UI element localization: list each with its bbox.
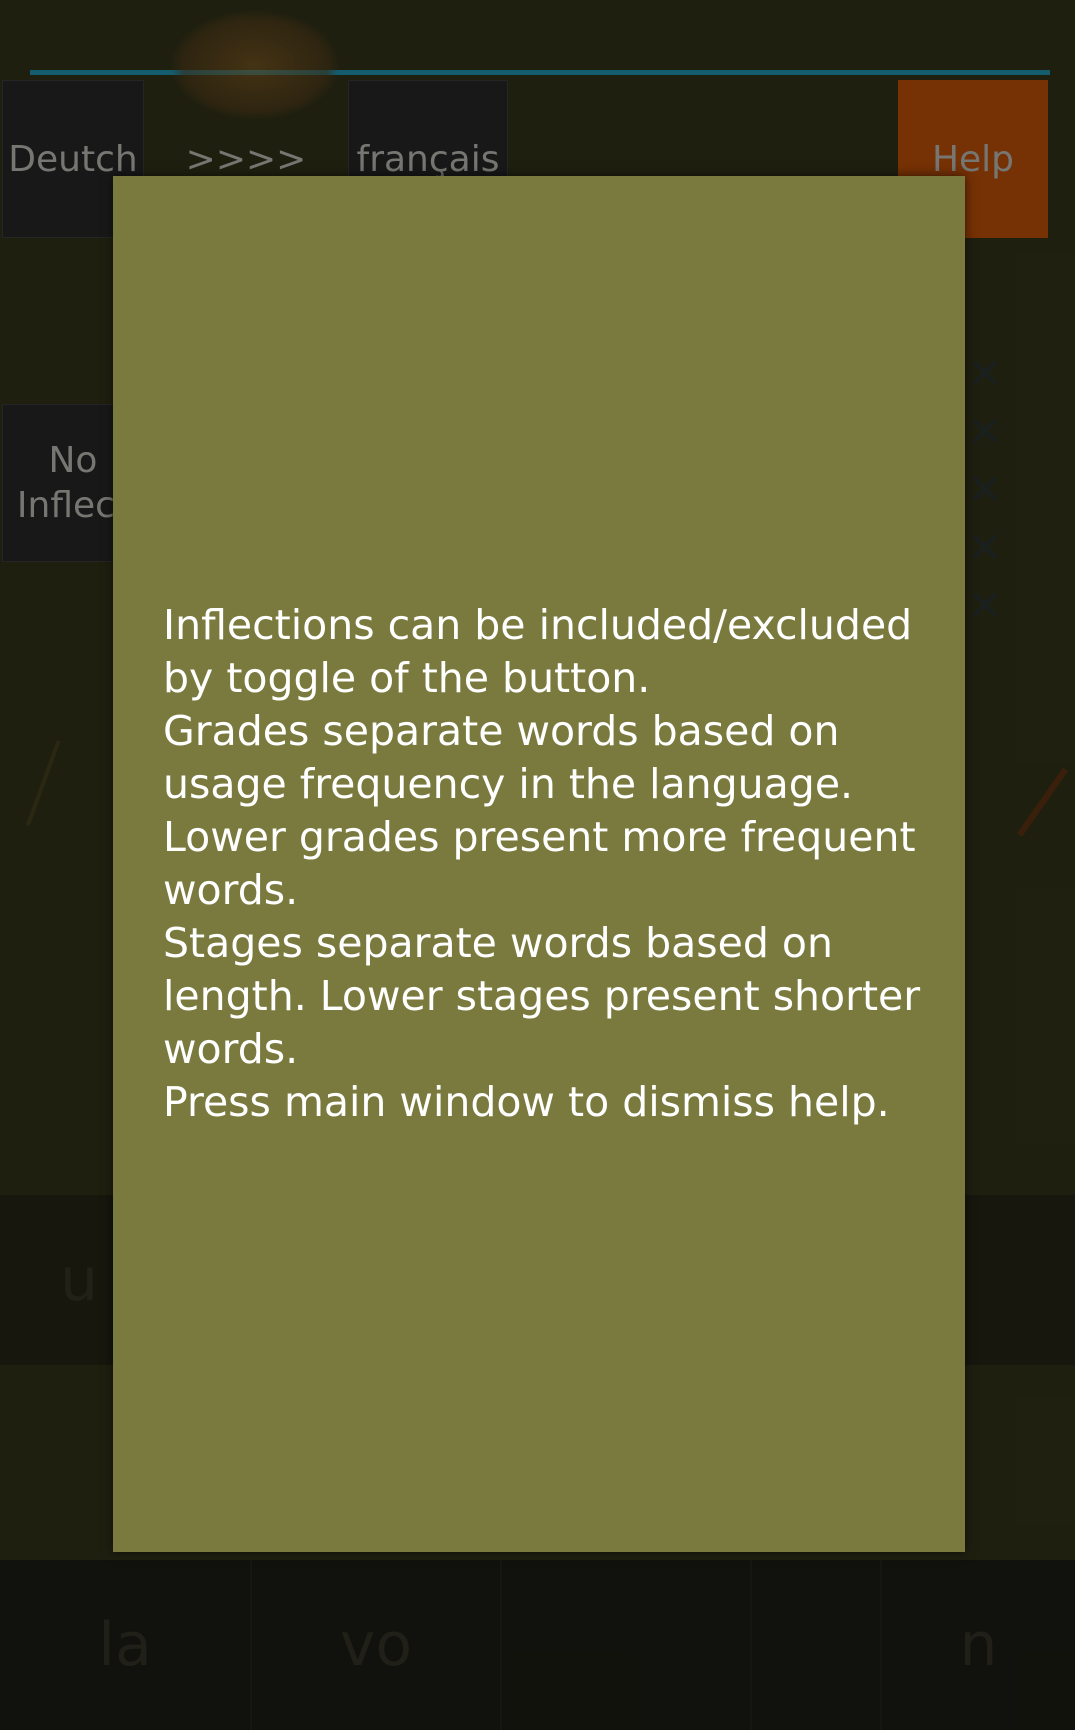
help-text: Inflections can be included/excluded by … [163, 601, 921, 1126]
help-dialog[interactable]: Inflections can be included/excluded by … [113, 176, 965, 1552]
